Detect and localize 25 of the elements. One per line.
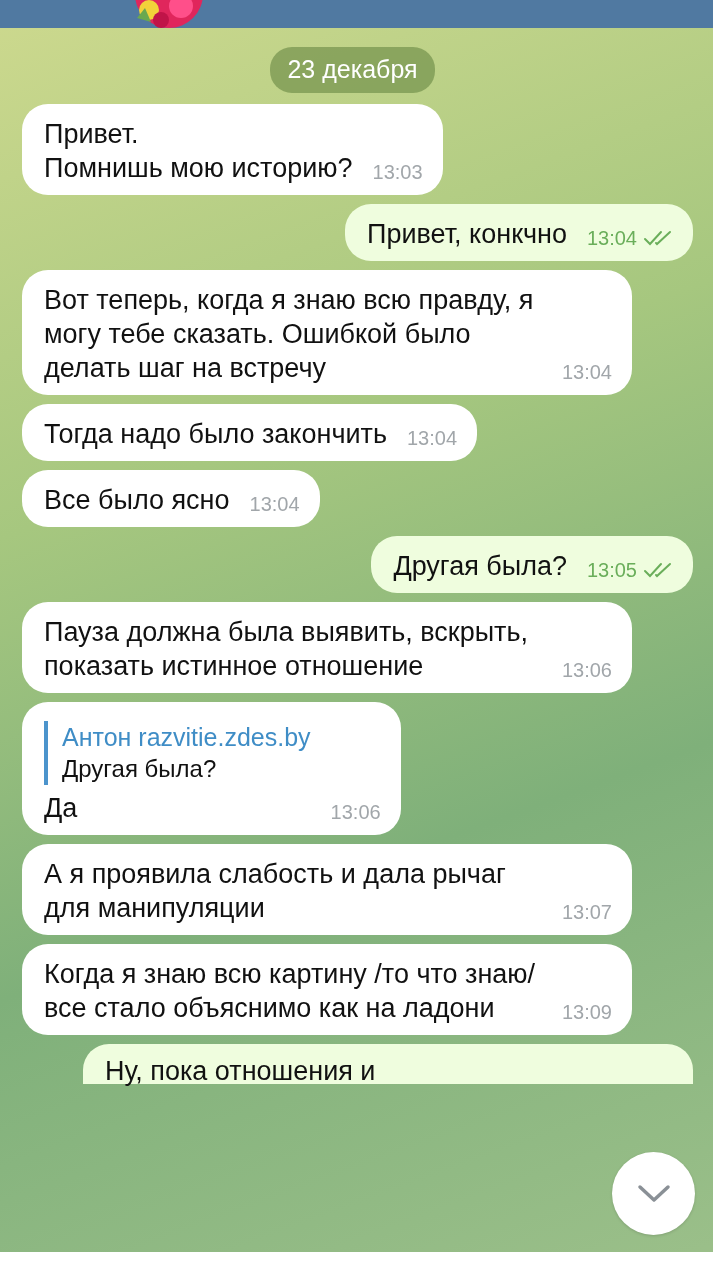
message-text: Да — [44, 791, 79, 825]
message-time: 13:07 — [561, 900, 612, 923]
quote-author: Антон razvitie.zdes.by — [62, 721, 311, 753]
message-time: 13:03 — [372, 160, 423, 183]
quote-text: Другая была? — [62, 753, 218, 784]
message-text: Все было ясно — [44, 483, 230, 517]
message-text: Другая была? — [393, 549, 567, 583]
message-time: 13:04 — [586, 226, 637, 249]
chevron-down-icon — [636, 1183, 671, 1204]
message-time: 13:06 — [330, 800, 381, 823]
message-time: 13:04 — [561, 360, 612, 383]
message-time: 13:05 — [586, 558, 637, 581]
message-text: Привет, конкчно — [367, 217, 567, 251]
message-text: Вот теперь, когда я знаю всю правду, я могу тебе сказать. Ошибкой было делать шаг на встречу — [44, 283, 535, 385]
message-text: Привет. Помнишь мою историю? — [44, 117, 353, 185]
message-time: 13:09 — [561, 1000, 612, 1023]
message-text: А я проявила слабость и дала рычаг для манипуляции — [44, 857, 507, 925]
message-text: Ну, пока отношения и — [105, 1054, 376, 1088]
message-text: Когда я знаю всю картину /то что знаю/ все стало объяснимо как на ладони — [44, 957, 537, 1025]
date-badge: 23 декабря — [270, 47, 435, 93]
message-time: 13:06 — [561, 658, 612, 681]
message-text: Пауза должна была выявить, вскрыть, показать истинное отношение — [44, 615, 530, 683]
message-time: 13:04 — [407, 426, 458, 449]
message-time: 13:04 — [249, 492, 300, 515]
message-text: Тогда надо было закончить — [44, 417, 387, 451]
